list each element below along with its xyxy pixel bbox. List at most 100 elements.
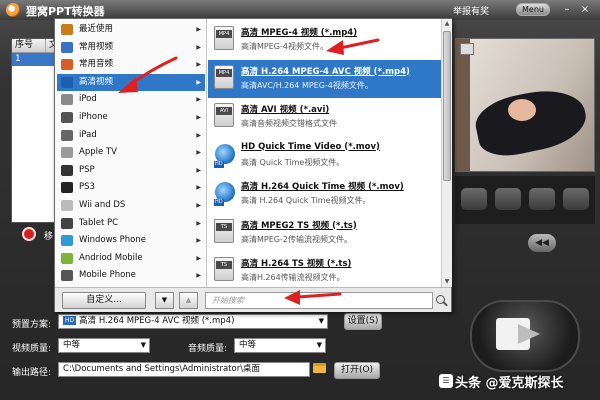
rewind-icon[interactable]: ◀◀ bbox=[528, 234, 556, 252]
preset-value: 高清 H.264 MPEG-4 AVC 视频 (*.mp4) bbox=[79, 316, 235, 326]
wii-icon bbox=[61, 200, 73, 211]
format-item[interactable]: MP4 高清 MPEG-4 视频 (*.mp4) 高清MPEG-4视频文件。 bbox=[208, 21, 441, 59]
close-icon[interactable]: × bbox=[578, 3, 592, 16]
category-item[interactable]: 高清视频 ▶ bbox=[57, 73, 205, 92]
folder-icon[interactable] bbox=[313, 363, 326, 373]
format-title: 高清 AVI 视频 (*.avi) bbox=[241, 105, 330, 115]
scroll-thumb[interactable] bbox=[443, 31, 451, 181]
column-index-header[interactable]: 序号 bbox=[12, 39, 46, 52]
chevron-right-icon: ▶ bbox=[196, 78, 201, 86]
chevron-right-icon: ▶ bbox=[196, 237, 201, 245]
category-label: Tablet PC bbox=[79, 217, 119, 228]
format-dropdown-menu: 最近使用 ▶ 常用视频 ▶ 常用音频 ▶ 高清视频 ▶ iPod ▶ iPhone ▶ iPad ▶ App… bbox=[54, 18, 452, 312]
chevron-down-icon: ▼ bbox=[318, 317, 324, 325]
scroll-up-icon[interactable]: ▲ bbox=[442, 19, 452, 29]
chevron-down-icon: ▼ bbox=[316, 341, 322, 349]
search-icon[interactable] bbox=[436, 295, 445, 304]
format-item[interactable]: TS 高清 H.264 TS 视频 (*.ts) 高清H.264传输流视频文件。 bbox=[208, 252, 441, 287]
category-item[interactable]: Mobile Phone ▶ bbox=[57, 267, 205, 285]
category-label: PS3 bbox=[79, 182, 95, 193]
film-frame bbox=[529, 188, 555, 210]
minimize-icon[interactable]: – bbox=[560, 3, 574, 16]
category-item[interactable]: Windows Phone ▶ bbox=[57, 232, 205, 250]
format-description: 高清音频视频交错格式文件 bbox=[241, 119, 337, 128]
category-label: 高清视频 bbox=[79, 76, 114, 87]
category-item[interactable]: 最近使用 ▶ bbox=[57, 21, 205, 39]
menu-button[interactable]: Menu bbox=[516, 3, 550, 16]
format-item[interactable]: HD HD Quick Time Video (*.mov) 高清 Quick Ti… bbox=[208, 137, 441, 175]
convert-arrow-icon bbox=[518, 324, 540, 344]
format-description: 高清 Quick Time视频文件。 bbox=[241, 157, 345, 167]
tablet-icon bbox=[61, 217, 73, 229]
format-title: 高清 MPEG2 TS 视频 (*.ts) bbox=[241, 220, 357, 231]
category-list: 最近使用 ▶ 常用视频 ▶ 常用音频 ▶ 高清视频 ▶ iPod ▶ iPhone ▶ iPad ▶ App… bbox=[55, 19, 207, 287]
scroll-down-icon[interactable]: ▼ bbox=[442, 277, 452, 287]
windows-phone-icon bbox=[61, 235, 73, 247]
category-item[interactable]: PSP ▶ bbox=[57, 162, 205, 180]
app-logo-icon bbox=[6, 3, 20, 17]
psp-icon bbox=[61, 164, 73, 176]
category-item[interactable]: iPad ▶ bbox=[57, 127, 205, 145]
category-item[interactable]: Andriod Mobile ▶ bbox=[57, 250, 205, 268]
ts-file-icon: TS bbox=[214, 218, 236, 245]
audio-icon bbox=[61, 59, 73, 71]
remove-icon[interactable] bbox=[22, 227, 36, 241]
chevron-right-icon: ▶ bbox=[196, 149, 201, 157]
category-label: Wii and DS bbox=[79, 200, 126, 210]
filmstrip bbox=[455, 176, 595, 224]
category-item[interactable]: iPhone ▶ bbox=[57, 109, 205, 127]
open-button[interactable]: 打开(O) bbox=[334, 362, 380, 379]
format-title: HD Quick Time Video (*.mov) bbox=[241, 141, 380, 152]
chevron-right-icon: ▶ bbox=[196, 114, 201, 121]
mp4-file-icon: MP4 bbox=[214, 64, 236, 91]
remove-label[interactable]: 移 bbox=[44, 229, 53, 242]
film-frame bbox=[495, 188, 521, 210]
preview-head bbox=[508, 99, 536, 121]
move-down-button[interactable]: ▼ bbox=[155, 292, 174, 309]
category-item[interactable]: Tablet PC ▶ bbox=[57, 215, 205, 233]
chevron-right-icon: ▶ bbox=[196, 254, 201, 262]
format-item[interactable]: TS 高清 MPEG2 TS 视频 (*.ts) 高清MPEG-2传输流视频文件。 bbox=[208, 214, 441, 252]
format-scrollbar[interactable]: ▲ ▼ bbox=[441, 19, 452, 287]
format-item[interactable]: HD 高清 H.264 Quick Time 视频 (*.mov) 高清 H.264… bbox=[208, 175, 441, 213]
category-label: 常用音频 bbox=[79, 59, 114, 70]
category-item[interactable]: iPod ▶ bbox=[57, 91, 205, 109]
format-title: 高清 H.264 Quick Time 视频 (*.mov) bbox=[241, 182, 404, 192]
quicktime-icon: HD bbox=[214, 180, 236, 206]
category-item[interactable]: 常用音频 ▶ bbox=[57, 56, 205, 74]
ipod-icon bbox=[61, 94, 73, 106]
audio-quality-select[interactable]: 中等 ▼ bbox=[234, 338, 326, 353]
apple-tv-icon bbox=[61, 147, 73, 159]
format-item[interactable]: MP4 高清 H.264 MPEG-4 AVC 视频 (*.mp4) 高清AVC/H… bbox=[208, 59, 441, 98]
settings-button[interactable]: 设置(S) bbox=[344, 313, 382, 330]
format-description: 高清MPEG-4视频文件。 bbox=[241, 42, 328, 51]
video-quality-select[interactable]: 中等 ▼ bbox=[58, 338, 150, 353]
category-item[interactable]: Wii and DS ▶ bbox=[57, 197, 205, 215]
mobile-phone-icon bbox=[61, 270, 73, 282]
format-item[interactable]: AVI 高清 AVI 视频 (*.avi) 高清音频视频交错格式文件 bbox=[208, 98, 441, 136]
format-title: 高清 H.264 MPEG-4 AVC 视频 (*.mp4) bbox=[241, 66, 410, 77]
video-preview bbox=[455, 38, 595, 172]
category-label: 最近使用 bbox=[79, 24, 114, 34]
output-path-field[interactable]: C:\Documents and Settings\Administrator\… bbox=[58, 362, 310, 377]
preview-shelf bbox=[456, 39, 470, 171]
custom-button[interactable]: 自定义... bbox=[62, 292, 146, 309]
preset-select[interactable]: HD 高清 H.264 MPEG-4 AVC 视频 (*.mp4) ▼ bbox=[58, 314, 328, 329]
category-label: iPod bbox=[79, 94, 97, 105]
format-description: 高清AVC/H.264 MPEG-4视频文件。 bbox=[241, 80, 373, 90]
category-label: iPhone bbox=[79, 112, 108, 122]
category-item[interactable]: Apple TV ▶ bbox=[57, 144, 205, 162]
video-quality-value: 中等 bbox=[63, 340, 81, 350]
preview-corner-icon bbox=[460, 43, 474, 55]
report-reward-link[interactable]: 举报有奖 bbox=[453, 4, 489, 17]
category-label: iPad bbox=[79, 129, 97, 140]
chevron-right-icon: ▶ bbox=[196, 43, 201, 51]
chevron-right-icon: ▶ bbox=[196, 219, 201, 227]
move-up-button[interactable]: ▲ bbox=[179, 292, 198, 309]
chevron-down-icon: ▼ bbox=[140, 341, 146, 349]
search-input[interactable]: 开始搜索 bbox=[205, 292, 433, 309]
category-item[interactable]: 常用视频 ▶ bbox=[57, 39, 205, 57]
android-icon bbox=[61, 252, 73, 264]
ps3-icon bbox=[61, 182, 73, 194]
category-item[interactable]: PS3 ▶ bbox=[57, 179, 205, 197]
